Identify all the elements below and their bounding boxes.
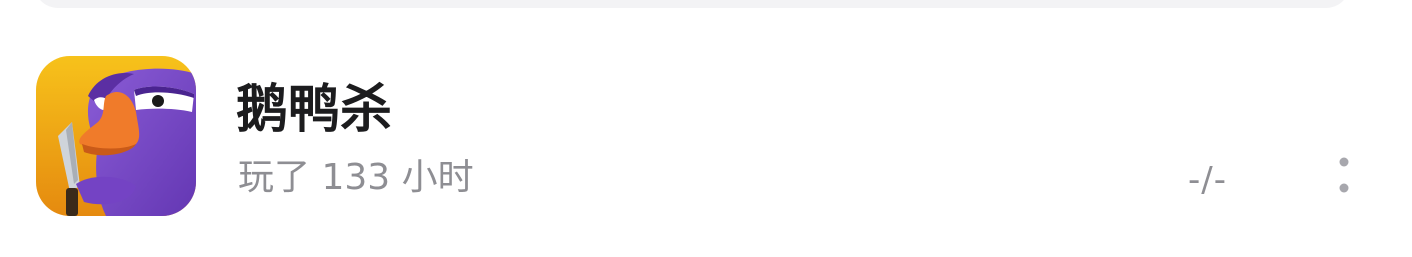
more-vertical-icon bbox=[1339, 157, 1349, 193]
game-app-icon[interactable] bbox=[36, 56, 196, 216]
more-options-button[interactable] bbox=[1322, 152, 1366, 204]
game-list-item[interactable]: 鹅鸭杀 玩了 133 小时 -/- bbox=[0, 0, 1412, 257]
game-title: 鹅鸭杀 bbox=[236, 80, 393, 140]
rating-text: -/- bbox=[1188, 160, 1227, 200]
goose-icon bbox=[36, 56, 196, 216]
playtime-text: 玩了 133 小时 bbox=[238, 157, 474, 198]
